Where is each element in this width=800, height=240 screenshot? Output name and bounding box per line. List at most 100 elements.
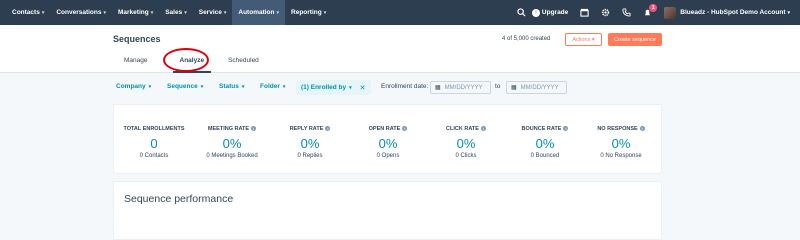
chevron-down-icon: ▾ [223,9,227,16]
nav-item-marketing[interactable]: Marketing ▾ [112,0,159,25]
stat-value: 0 [150,136,158,151]
actions-button[interactable]: Actions ▾ [565,33,602,46]
nav-item-sales[interactable]: Sales ▾ [159,0,193,25]
filter-label: (1) Enrolled by [301,84,347,91]
upgrade-icon: ↑ [531,8,540,17]
nav-item-contacts[interactable]: Contacts ▾ [0,0,50,25]
notification-count-badge: 1 [649,4,658,12]
stat-sub: 0 No Response [600,153,642,159]
calendar-icon: ▦ [435,85,441,91]
stat-label-text: NO RESPONSE [597,126,638,132]
chevron-down-icon: ▾ [103,9,106,16]
stat-value: 0% [611,136,631,151]
created-count: 4 of 5,000 created [502,36,551,42]
stat-sub: 0 Contacts [139,153,169,159]
settings-gear-icon[interactable] [601,8,610,17]
filter-enrolled-by[interactable]: (1) Enrolled by ▾ ✕ [296,80,371,95]
filter-label: Status [219,83,239,90]
nav-item-conversations[interactable]: Conversations ▾ [50,0,112,25]
nav-item-reporting[interactable]: Reporting ▾ [285,0,332,25]
stat-label-text: CLICK RATE [446,126,479,132]
stat-label-text: REPLY RATE [289,126,324,132]
chevron-down-icon: ▾ [349,84,352,91]
stat-sub: 0 Replies [297,153,323,159]
stat-label-text: MEETING RATE [207,126,250,132]
stat-sub: 0 Opens [376,153,400,159]
chevron-down-icon: ▾ [323,9,327,16]
tab-scheduled[interactable]: Scheduled [217,54,270,73]
page-header: Sequences 4 of 5,000 created Actions ▾ C… [0,25,800,73]
chevron-down-icon: ▾ [200,83,204,90]
stat-sub: 0 Bounced [530,153,560,159]
chevron-down-icon: ▾ [591,36,595,43]
stat-label: MEETING RATE i [192,126,272,132]
chevron-down-icon: ▾ [787,9,790,16]
highlight-circle-annotation [163,48,209,72]
nav-item-service[interactable]: Service ▾ [193,0,233,25]
info-icon[interactable]: i [251,126,257,132]
nav-item-label: Automation [238,9,275,16]
stat-label-text: BOUNCE RATE [521,126,562,132]
nav-item-label: Marketing [118,9,149,16]
notifications-bell-icon[interactable]: 1 [643,4,658,17]
filter-label: Company [116,83,146,90]
nav-item-label: Conversations [56,9,102,16]
stat-label-text: TOTAL ENROLLMENTS [123,126,185,132]
info-icon[interactable]: i [402,126,408,132]
stat-label: TOTAL ENROLLMENTS [114,126,194,132]
calendar-icon: ▦ [511,85,517,91]
chevron-down-icon: ▾ [184,9,187,16]
chevron-down-icon: ▾ [282,83,286,90]
info-icon[interactable]: i [563,126,569,132]
search-icon[interactable] [517,8,526,17]
stat-label: REPLY RATE i [270,126,350,132]
upgrade-label: Upgrade [541,9,569,16]
enrollment-start-date-input[interactable]: ▦ MM/DD/YYYY [430,81,491,94]
nav-item-label: Service [198,9,222,16]
actions-label: Actions [572,36,591,43]
calling-icon[interactable] [622,8,631,17]
marketplace-icon[interactable] [580,8,589,17]
chevron-down-icon: ▾ [241,83,245,90]
account-name: Blueadz - HubSpot Demo Account [680,9,786,16]
enrollment-end-date-input[interactable]: ▦ MM/DD/YYYY [506,81,567,94]
filter-company[interactable]: Company ▾ [116,83,151,90]
create-sequence-button[interactable]: Create sequence [608,33,662,46]
filter-status[interactable]: Status ▾ [219,83,244,90]
clear-filter-icon[interactable]: ✕ [360,84,366,92]
chevron-down-icon: ▾ [150,9,154,16]
stats-card: TOTAL ENROLLMENTS 0 0 Contacts MEETING R… [113,104,662,174]
stat-label: CLICK RATE i [426,126,506,132]
info-icon[interactable]: i [639,126,645,132]
chevron-down-icon: ▾ [41,9,45,16]
nav-item-automation[interactable]: Automation ▾ [232,0,286,25]
stat-value: 0% [456,136,476,151]
info-icon[interactable]: i [325,126,331,132]
stat-sub: 0 Meetings Booked [206,153,258,159]
enrollment-date-label: Enrollment date: [381,83,429,90]
stat-label: NO RESPONSE i [581,126,661,132]
nav-item-label: Reporting [291,9,322,16]
stat-label: BOUNCE RATE i [505,126,585,132]
page-title: Sequences [113,34,161,44]
filter-folder[interactable]: Folder ▾ [260,83,285,90]
filter-sequence[interactable]: Sequence ▾ [167,83,203,90]
tab-manage[interactable]: Manage [113,54,159,73]
nav-item-label: Sales [165,9,183,16]
stat-value: 0% [222,136,242,151]
stat-value: 0% [535,136,555,151]
chevron-down-icon: ▾ [148,83,152,90]
upgrade-button[interactable]: ↑ Upgrade [531,8,569,17]
date-placeholder: MM/DD/YYYY [520,84,559,91]
stat-label: OPEN RATE i [348,126,428,132]
top-navigation-bar: Contacts ▾ Conversations ▾ Marketing ▾ Sale… [0,0,800,25]
filter-label: Folder [260,83,280,90]
info-icon[interactable]: i [480,126,486,132]
date-placeholder: MM/DD/YYYY [444,84,483,91]
sequence-performance-card: Sequence performance [113,181,662,240]
account-menu[interactable]: Blueadz - HubSpot Demo Account ▾ [680,9,790,16]
avatar[interactable] [664,6,677,19]
filter-label: Sequence [167,83,198,90]
section-title: Sequence performance [124,193,234,205]
stat-value: 0% [300,136,320,151]
